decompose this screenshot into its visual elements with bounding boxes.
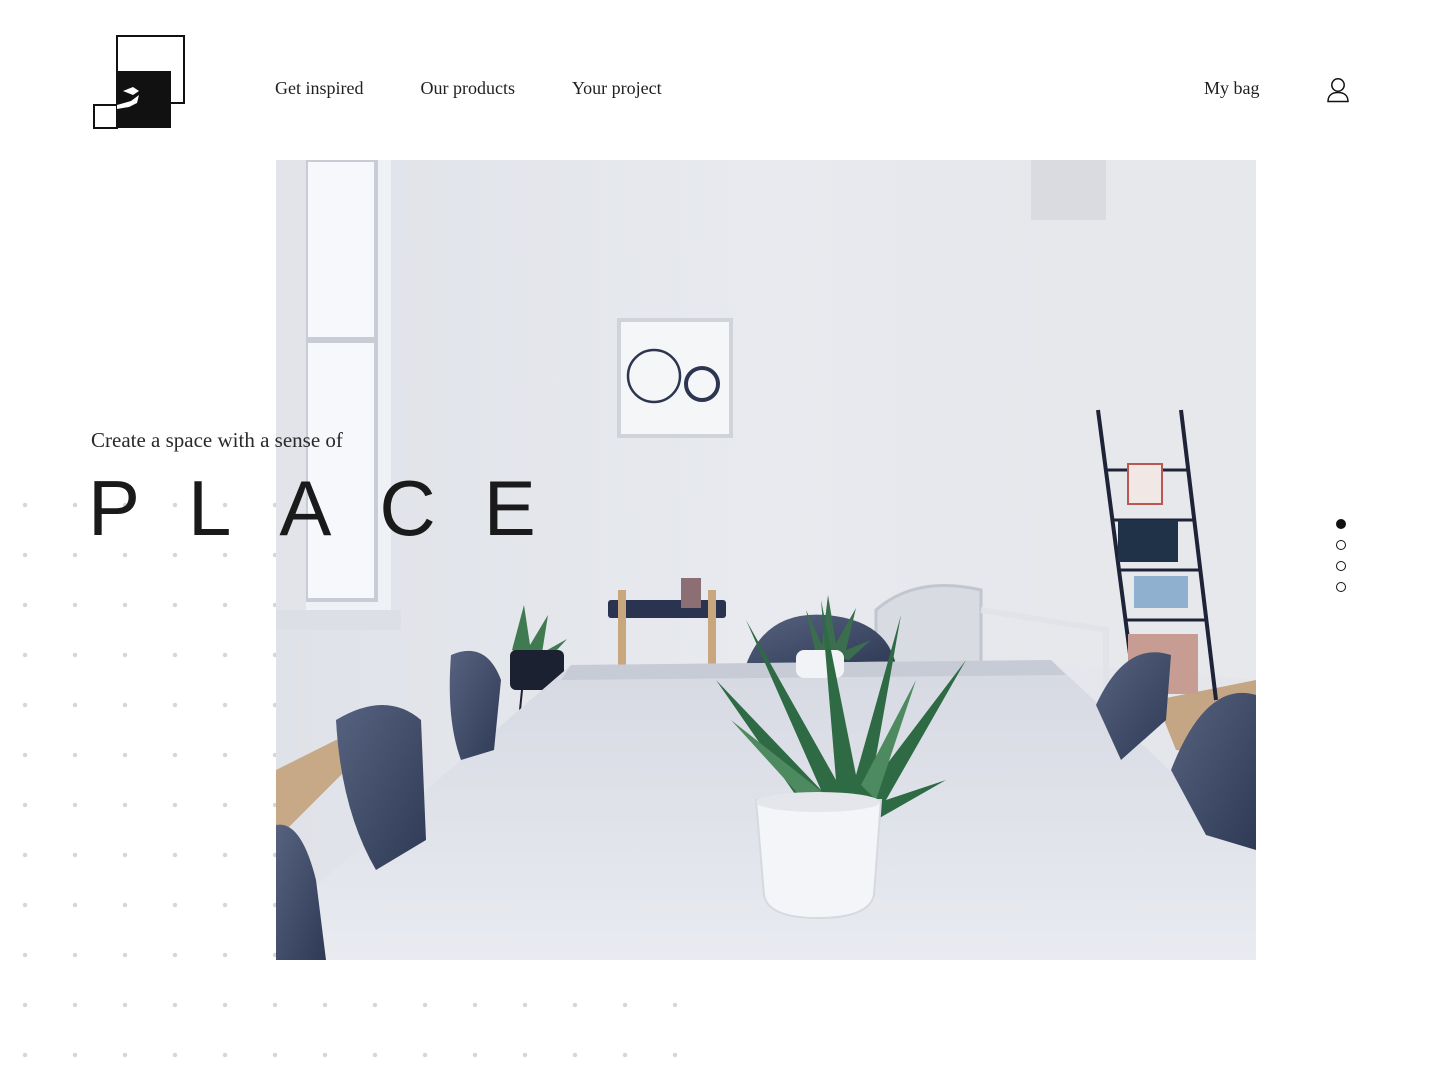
pager-dot-3[interactable] [1336,561,1346,571]
hero-tagline: Create a space with a sense of [91,428,343,452]
brand-logo[interactable] [93,35,186,129]
pager-dot-2[interactable] [1336,540,1346,550]
my-bag-link[interactable]: My bag [1204,78,1260,99]
nav-get-inspired[interactable]: Get inspired [275,78,363,99]
nav-your-project[interactable]: Your project [572,78,662,99]
pager-dot-4[interactable] [1336,582,1346,592]
user-account-icon[interactable] [1326,77,1350,103]
nav-our-products[interactable]: Our products [420,78,514,99]
hero-image [276,160,1256,960]
main-nav: Get inspired Our products Your project [275,78,662,99]
hero-headline: PLACE [88,464,584,552]
pager-dot-1[interactable] [1336,519,1346,529]
slide-pager [1336,519,1346,603]
